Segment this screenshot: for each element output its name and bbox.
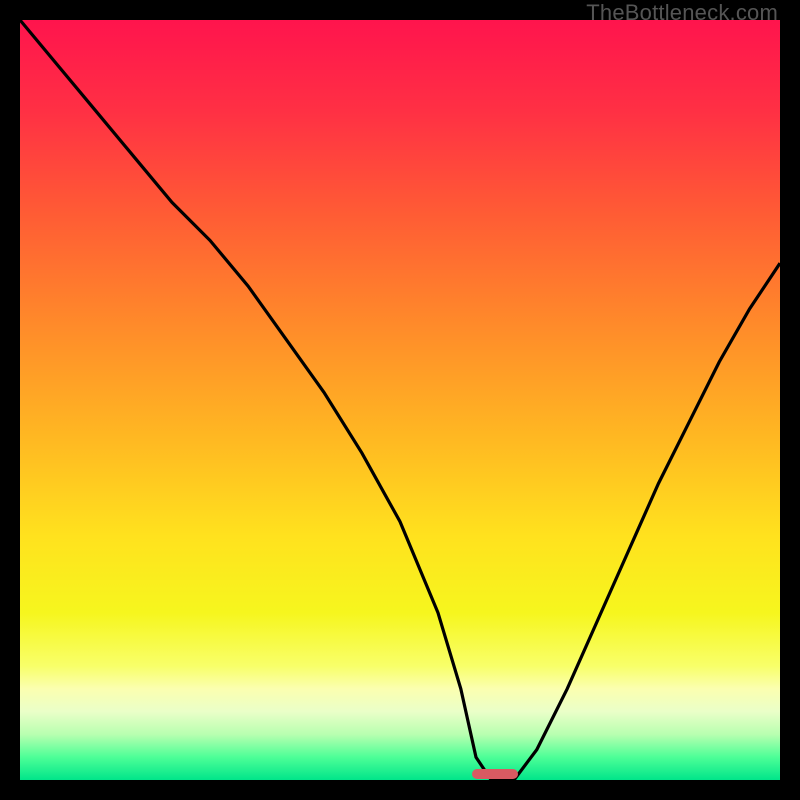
watermark-text: TheBottleneck.com — [586, 0, 778, 26]
optimal-marker — [472, 769, 518, 780]
line-plot — [20, 20, 780, 780]
chart-frame: TheBottleneck.com — [0, 0, 800, 800]
plot-area — [20, 20, 780, 780]
bottleneck-curve — [20, 20, 780, 780]
